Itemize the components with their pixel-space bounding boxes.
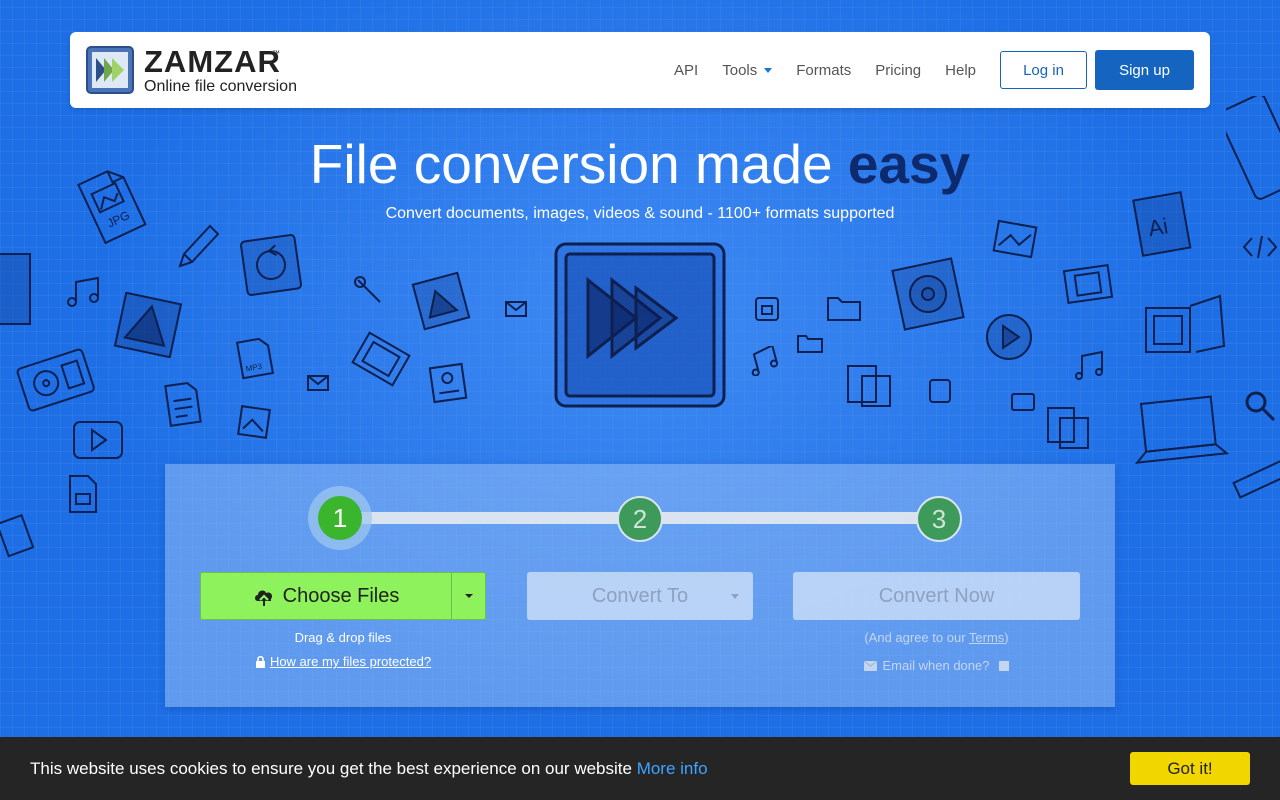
photo-file-icon bbox=[411, 271, 471, 331]
music-note-icon-2 bbox=[751, 346, 778, 376]
music-note-icon bbox=[67, 276, 99, 307]
choose-files-button[interactable]: Choose Files bbox=[201, 573, 451, 619]
login-button[interactable]: Log in bbox=[1000, 51, 1087, 89]
refresh-file-icon bbox=[240, 234, 302, 296]
doc-file-icon bbox=[164, 382, 202, 427]
cloud-upload-icon bbox=[254, 590, 272, 606]
choose-files-group: Choose Files bbox=[200, 572, 486, 620]
lock-icon bbox=[255, 655, 265, 668]
choose-files-dropdown-toggle[interactable] bbox=[451, 573, 485, 619]
code-icon bbox=[1242, 235, 1278, 259]
film-icon bbox=[1062, 263, 1114, 305]
convert-to-select[interactable]: Convert To bbox=[527, 572, 753, 620]
drag-drop-hint: Drag & drop files bbox=[294, 630, 392, 645]
clipboard-icon-2 bbox=[1047, 407, 1089, 449]
step-3-indicator: 3 bbox=[916, 496, 962, 542]
file-small-icon bbox=[929, 379, 951, 403]
calendar-icon bbox=[0, 513, 34, 558]
play-box-icon bbox=[73, 421, 123, 459]
laptop-icon bbox=[1134, 395, 1230, 464]
zamzar-logo[interactable]: ZAMZAR ™ Online file conversion bbox=[86, 45, 316, 97]
brand-trademark: ™ bbox=[272, 49, 280, 58]
cd-box-icon bbox=[891, 257, 965, 331]
ruler-icon bbox=[1232, 457, 1280, 499]
converter-panel: 1 2 3 Choose Files Drag & drop files How… bbox=[165, 464, 1115, 707]
hero-title-emphasis: easy bbox=[847, 133, 971, 195]
folder-icon bbox=[827, 297, 861, 321]
mp3-label: MP3 bbox=[245, 362, 263, 374]
nav-help-link[interactable]: Help bbox=[945, 62, 976, 79]
main-play-screen-icon bbox=[554, 242, 726, 408]
ai-file-icon: Ai bbox=[1132, 191, 1192, 257]
main-nav: API Tools Formats Pricing Help Log in Si… bbox=[674, 50, 1194, 90]
file-protection-info: How are my files protected? bbox=[200, 654, 486, 669]
photo-stack-icon bbox=[1145, 294, 1226, 353]
nav-tools-label: Tools bbox=[722, 61, 758, 79]
cookie-message: This website uses cookies to ensure you … bbox=[30, 759, 708, 779]
hero-title-main: File conversion made bbox=[309, 133, 848, 195]
nav-tools-dropdown[interactable]: Tools bbox=[722, 61, 773, 79]
cookie-more-info-link[interactable]: More info bbox=[637, 759, 708, 778]
terms-suffix: ) bbox=[1004, 630, 1009, 645]
caret-down-icon bbox=[764, 67, 773, 73]
step-2-indicator: 2 bbox=[617, 496, 663, 542]
play-circle-icon bbox=[986, 314, 1032, 360]
gallery-icon bbox=[992, 219, 1038, 259]
envelope-icon-2 bbox=[307, 375, 329, 391]
zamzar-logo-icon bbox=[86, 46, 134, 94]
nav-api-link[interactable]: API bbox=[674, 62, 698, 79]
lock-file-icon bbox=[69, 475, 97, 513]
image-file-icon bbox=[237, 405, 271, 439]
folder-icon-2 bbox=[1011, 393, 1035, 411]
envelope-icon bbox=[505, 301, 527, 317]
triangle-logo-icon bbox=[113, 292, 183, 358]
lock-file-icon-2 bbox=[755, 297, 779, 321]
caret-down-icon bbox=[464, 594, 473, 598]
clipboard-icon bbox=[847, 365, 891, 407]
magnifier-icon bbox=[1245, 391, 1276, 422]
nav-formats-link[interactable]: Formats bbox=[796, 62, 851, 79]
envelope-icon bbox=[863, 660, 877, 671]
mp3-file-icon: MP3 bbox=[235, 337, 275, 380]
cookie-message-text: This website uses cookies to ensure you … bbox=[30, 759, 637, 778]
pencil-icon bbox=[178, 224, 220, 268]
convert-now-button[interactable]: Convert Now bbox=[793, 572, 1080, 620]
email-when-done-label: Email when done? bbox=[882, 658, 990, 673]
terms-agreement: (And agree to our Terms) bbox=[793, 630, 1080, 645]
header-navbar: ZAMZAR ™ Online file conversion API Tool… bbox=[70, 32, 1210, 108]
email-when-done-checkbox[interactable] bbox=[999, 660, 1010, 671]
cookie-accept-button[interactable]: Got it! bbox=[1130, 752, 1250, 785]
wrench-icon bbox=[354, 276, 381, 303]
brand-name: ZAMZAR bbox=[144, 44, 281, 79]
folder-small-icon bbox=[797, 335, 823, 353]
choose-files-label: Choose Files bbox=[282, 584, 400, 607]
files-protected-link[interactable]: How are my files protected? bbox=[270, 654, 431, 669]
brand-tagline: Online file conversion bbox=[144, 78, 297, 95]
video-frame-icon bbox=[351, 331, 411, 387]
nav-pricing-link[interactable]: Pricing bbox=[875, 62, 921, 79]
contact-card-icon bbox=[428, 362, 468, 404]
step-1-indicator: 1 bbox=[318, 496, 362, 540]
hero-subtitle: Convert documents, images, videos & soun… bbox=[385, 205, 895, 222]
caret-down-icon bbox=[731, 594, 739, 599]
music-note-icon-3 bbox=[1075, 350, 1103, 380]
disc-player-icon bbox=[16, 348, 95, 412]
signup-button[interactable]: Sign up bbox=[1095, 50, 1194, 90]
email-when-done: Email when done? bbox=[793, 658, 1080, 673]
terms-link[interactable]: Terms bbox=[969, 630, 1004, 645]
terms-prefix: (And agree to our bbox=[864, 630, 969, 645]
hero-title: File conversion made easy bbox=[0, 132, 1280, 196]
folder-left-icon bbox=[0, 253, 31, 325]
convert-to-label: Convert To bbox=[591, 584, 689, 607]
cookie-banner: This website uses cookies to ensure you … bbox=[0, 737, 1280, 800]
